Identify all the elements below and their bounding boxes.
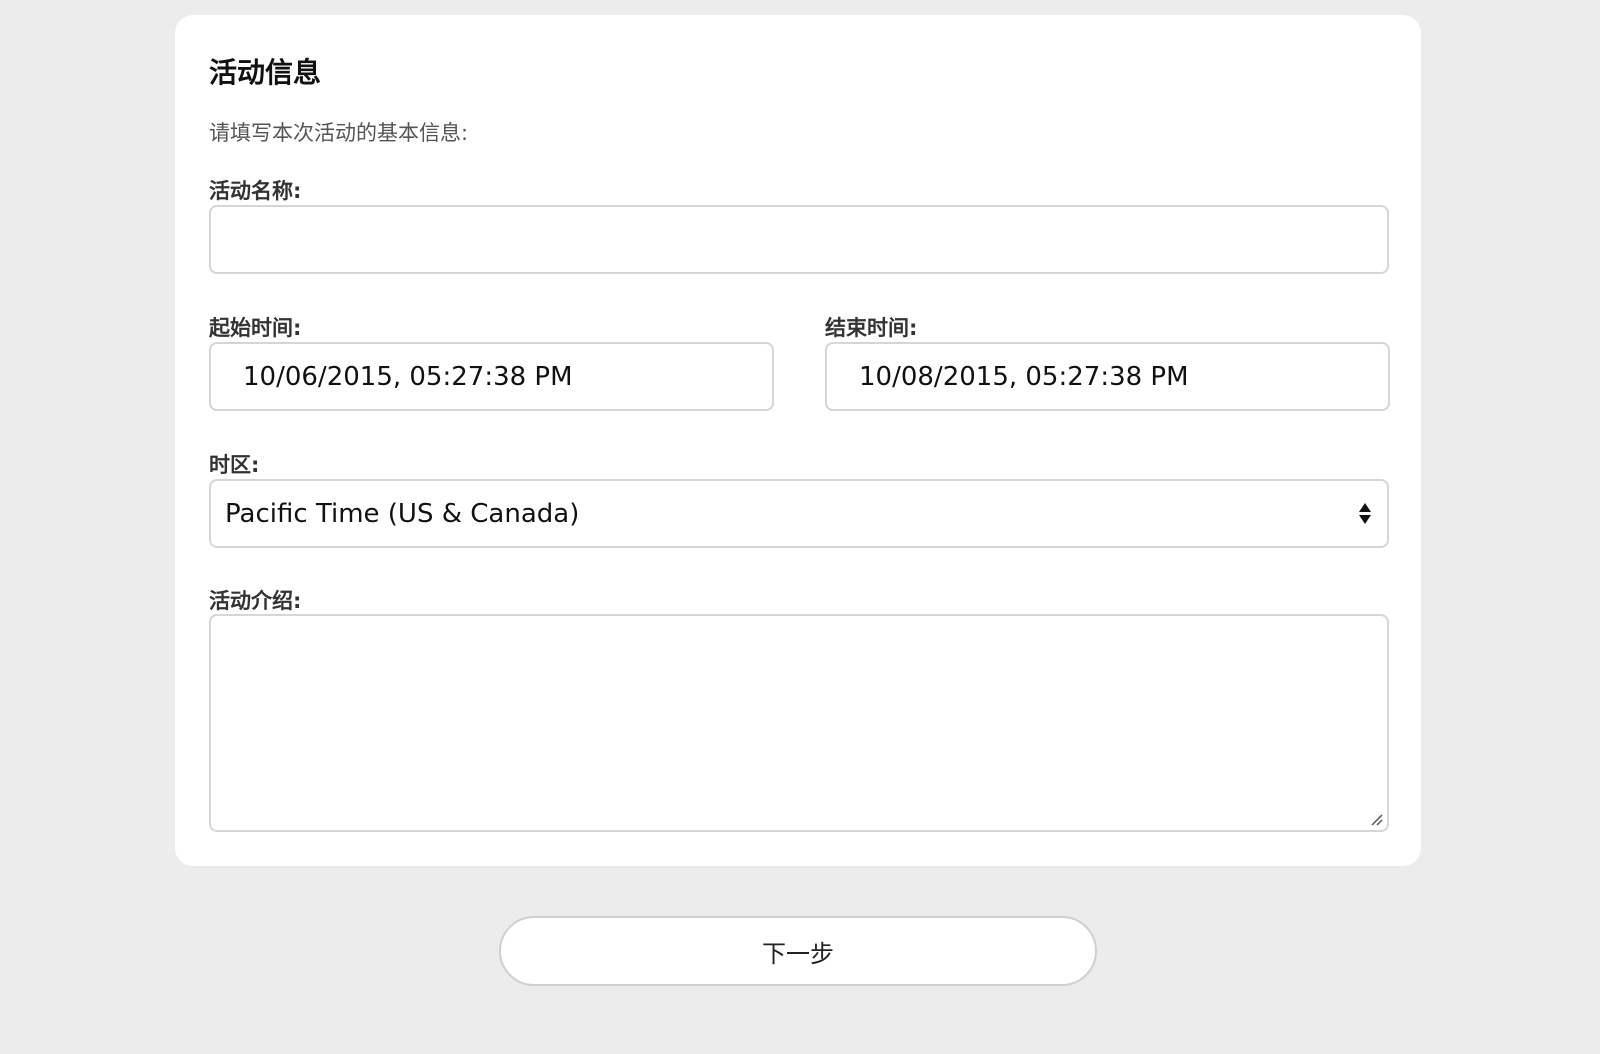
next-step-button[interactable]: 下一步: [499, 916, 1097, 986]
event-name-label: 活动名称:: [209, 179, 302, 203]
event-info-card: 活动信息 请填写本次活动的基本信息: 活动名称: 起始时间: 10/06/201…: [175, 15, 1421, 866]
timezone-select[interactable]: Pacific Time (US & Canada): [209, 479, 1389, 548]
resize-grip-icon[interactable]: [1371, 814, 1383, 826]
start-time-label: 起始时间:: [209, 316, 302, 340]
form-title: 活动信息: [209, 56, 322, 89]
end-time-label: 结束时间:: [825, 316, 918, 340]
event-name-input[interactable]: [209, 205, 1389, 274]
timezone-selected-value: Pacific Time (US & Canada): [225, 498, 580, 529]
select-arrows-icon: [1359, 503, 1371, 524]
timezone-label: 时区:: [209, 453, 260, 477]
start-time-input[interactable]: 10/06/2015, 05:27:38 PM: [209, 342, 774, 411]
start-time-value: 10/06/2015, 05:27:38 PM: [243, 361, 573, 392]
description-textarea[interactable]: [209, 614, 1389, 832]
description-label: 活动介绍:: [209, 589, 302, 613]
end-time-value: 10/08/2015, 05:27:38 PM: [859, 361, 1189, 392]
end-time-input[interactable]: 10/08/2015, 05:27:38 PM: [825, 342, 1390, 411]
form-intro: 请填写本次活动的基本信息:: [209, 121, 469, 145]
